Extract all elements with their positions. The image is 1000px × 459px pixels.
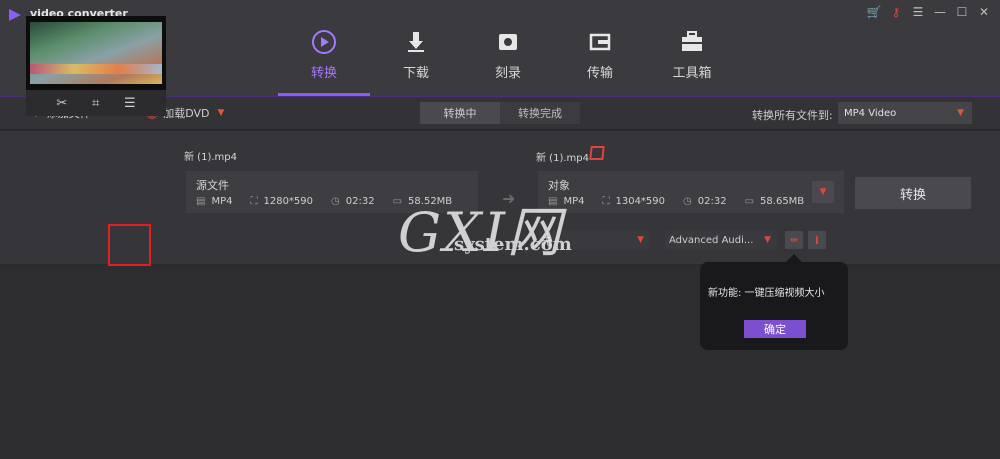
convert-icon bbox=[312, 30, 336, 54]
transfer-icon bbox=[589, 33, 611, 51]
nav-label: 传输 bbox=[586, 66, 613, 81]
watermark-text: GXI网 bbox=[398, 201, 563, 264]
clock-icon: ◷ bbox=[331, 196, 340, 207]
target-format-dropdown[interactable]: ▼ bbox=[812, 181, 834, 203]
target-panel: 对象 ▤ MP4 ⛶ 1304*590 ◷ 02:32 ▭ 58.65MB bbox=[538, 171, 844, 213]
new-feature-tooltip: 新功能: 一键压缩视频大小 确定 bbox=[700, 254, 848, 350]
nav-label: 下载 bbox=[402, 66, 429, 81]
app-logo-icon bbox=[9, 9, 21, 21]
download-icon bbox=[408, 32, 424, 52]
nav-convert[interactable]: 转换 bbox=[278, 22, 370, 96]
tooltip-ok-button[interactable]: 确定 bbox=[744, 320, 806, 338]
main-nav: 转换 下载 刻录 传输 工具箱 bbox=[278, 22, 738, 96]
watermark: GXI网 system.com bbox=[398, 188, 572, 268]
nav-label: 转换 bbox=[310, 66, 337, 81]
nav-label: 刻录 bbox=[494, 66, 521, 81]
format-value: MP4 Video bbox=[844, 107, 897, 119]
load-dvd-label: 加载DVD bbox=[163, 107, 210, 120]
target-duration: 02:32 bbox=[697, 196, 727, 207]
status-tabs: 转换中 转换完成 bbox=[420, 102, 580, 124]
watermark-domain: system.com bbox=[454, 234, 572, 255]
target-stats: ▤ MP4 ⛶ 1304*590 ◷ 02:32 ▭ 58.65MB bbox=[548, 196, 804, 207]
tab-done[interactable]: 转换完成 bbox=[500, 102, 580, 124]
tab-converting[interactable]: 转换中 bbox=[420, 102, 500, 124]
audio-select[interactable]: Advanced Audi... ▼ bbox=[665, 230, 777, 250]
source-duration: 02:32 bbox=[345, 196, 375, 207]
video-thumbnail[interactable] bbox=[26, 16, 166, 90]
menu-icon[interactable]: ☰ bbox=[910, 4, 926, 20]
source-resolution: 1280*590 bbox=[263, 196, 314, 207]
chevron-down-icon: ▼ bbox=[637, 235, 644, 245]
film-icon: ▤ bbox=[196, 196, 206, 207]
target-filename: 新 (1).mp4 bbox=[536, 153, 589, 164]
sliders-icon[interactable]: ☰ bbox=[124, 96, 136, 111]
compress-icon[interactable]: ⇹ bbox=[785, 231, 803, 249]
convert-all-label: 转换所有文件到: bbox=[752, 109, 833, 122]
nav-toolbox[interactable]: 工具箱 bbox=[646, 22, 738, 96]
source-format: MP4 bbox=[211, 196, 233, 207]
cart-icon[interactable]: 🛒 bbox=[866, 4, 882, 20]
chevron-down-icon: ▼ bbox=[764, 235, 771, 245]
key-icon[interactable]: ⚷ bbox=[888, 4, 904, 20]
nav-transfer[interactable]: 传输 bbox=[554, 22, 646, 96]
source-title: 源文件 bbox=[196, 179, 229, 192]
convert-button[interactable]: 转换 bbox=[855, 177, 971, 209]
thumbnail-tools: ✂ ⌗ ☰ bbox=[26, 90, 166, 116]
clock-icon: ◷ bbox=[683, 196, 692, 207]
target-resolution: 1304*590 bbox=[615, 196, 666, 207]
target-size: 58.65MB bbox=[760, 196, 805, 207]
audio-value: Advanced Audi... bbox=[669, 234, 754, 246]
maximize-icon[interactable]: ☐ bbox=[954, 4, 970, 20]
edit-icon[interactable] bbox=[589, 146, 605, 160]
info-icon[interactable]: i bbox=[808, 231, 826, 249]
burn-icon bbox=[499, 34, 517, 50]
format-select[interactable]: MP4 Video ▼ bbox=[838, 102, 972, 124]
toolbox-icon bbox=[682, 31, 702, 51]
resolution-icon: ⛶ bbox=[602, 196, 610, 207]
window-controls: 🛒 ⚷ ☰ — ☐ ✕ bbox=[866, 4, 992, 20]
highlight-box bbox=[108, 224, 151, 266]
chevron-down-icon[interactable]: ▼ bbox=[218, 108, 225, 118]
close-icon[interactable]: ✕ bbox=[976, 4, 992, 20]
tooltip-message: 新功能: 一键压缩视频大小 bbox=[708, 288, 825, 299]
scissors-icon[interactable]: ✂ bbox=[56, 96, 67, 111]
crop-icon[interactable]: ⌗ bbox=[92, 96, 99, 111]
thumbnail-frame bbox=[30, 22, 162, 84]
nav-label: 工具箱 bbox=[672, 66, 712, 81]
nav-download[interactable]: 下载 bbox=[370, 22, 462, 96]
nav-burn[interactable]: 刻录 bbox=[462, 22, 554, 96]
minimize-icon[interactable]: — bbox=[932, 4, 948, 20]
source-filename: 新 (1).mp4 bbox=[184, 152, 237, 163]
chevron-down-icon: ▼ bbox=[957, 108, 964, 118]
resolution-icon: ⛶ bbox=[250, 196, 258, 207]
folder-icon: ▭ bbox=[744, 196, 755, 207]
